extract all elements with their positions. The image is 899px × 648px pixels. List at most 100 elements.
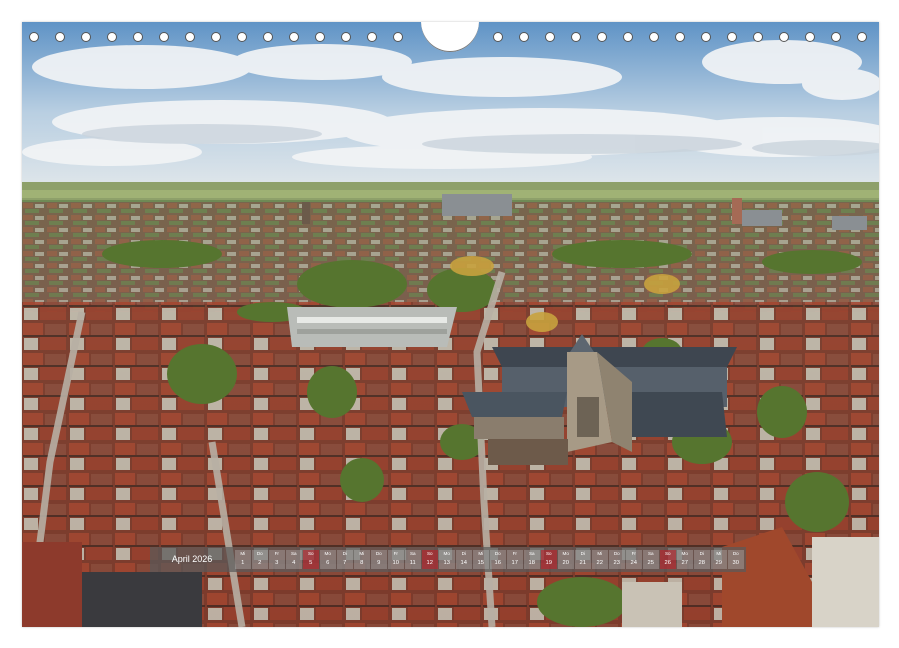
day-number: 25	[643, 558, 659, 568]
binding-ring	[493, 32, 503, 42]
day-cell: Mi15	[473, 550, 489, 569]
day-number: 19	[541, 558, 557, 568]
binding-ring	[831, 32, 841, 42]
day-of-week: Sa	[524, 550, 540, 558]
day-cell: Do2	[252, 550, 268, 569]
day-cell: Do16	[490, 550, 506, 569]
binding-ring	[519, 32, 529, 42]
day-number: 30	[728, 558, 744, 568]
day-cell: Mo13	[439, 550, 455, 569]
binding-ring	[649, 32, 659, 42]
day-of-week: Sa	[405, 550, 421, 558]
day-of-week: Di	[456, 550, 472, 558]
day-number: 28	[694, 558, 710, 568]
day-cell: So26	[660, 550, 676, 569]
day-cell: Mo6	[320, 550, 336, 569]
day-cell: Di28	[694, 550, 710, 569]
day-number: 2	[252, 558, 268, 568]
day-number: 21	[575, 558, 591, 568]
day-number: 22	[592, 558, 608, 568]
day-number: 4	[286, 558, 302, 568]
binding-ring	[597, 32, 607, 42]
binding-ring	[237, 32, 247, 42]
day-number: 6	[320, 558, 336, 568]
day-cell: So19	[541, 550, 557, 569]
binding-ring	[55, 32, 65, 42]
day-cell: Mi22	[592, 550, 608, 569]
day-of-week: Fr	[269, 550, 285, 558]
binding-ring	[805, 32, 815, 42]
binding-ring	[367, 32, 377, 42]
day-number: 29	[711, 558, 727, 568]
day-of-week: Mi	[592, 550, 608, 558]
day-of-week: Sa	[286, 550, 302, 558]
binding-ring	[185, 32, 195, 42]
day-of-week: Di	[337, 550, 353, 558]
day-of-week: Do	[252, 550, 268, 558]
day-of-week: Do	[371, 550, 387, 558]
day-cell: Do30	[728, 550, 744, 569]
day-cell: Sa4	[286, 550, 302, 569]
day-number: 10	[388, 558, 404, 568]
day-cell: Di7	[337, 550, 353, 569]
binding-ring	[727, 32, 737, 42]
binding-ring	[545, 32, 555, 42]
aerial-city-photo	[22, 22, 879, 627]
day-of-week: Fr	[507, 550, 523, 558]
photo-illustration	[22, 22, 879, 627]
day-of-week: Di	[575, 550, 591, 558]
day-cell: Di14	[456, 550, 472, 569]
day-number: 17	[507, 558, 523, 568]
day-cell: Sa18	[524, 550, 540, 569]
day-number: 24	[626, 558, 642, 568]
day-cell: So5	[303, 550, 319, 569]
day-of-week: Mo	[677, 550, 693, 558]
day-of-week: So	[422, 550, 438, 558]
day-of-week: Do	[609, 550, 625, 558]
day-of-week: Mi	[235, 550, 251, 558]
day-of-week: Do	[728, 550, 744, 558]
month-label: April 2026	[150, 547, 234, 572]
day-cell: Mo27	[677, 550, 693, 569]
binding-ring	[571, 32, 581, 42]
day-cell: Fr10	[388, 550, 404, 569]
day-number: 23	[609, 558, 625, 568]
binding-ring	[29, 32, 39, 42]
binding-ring	[81, 32, 91, 42]
day-of-week: Mo	[439, 550, 455, 558]
day-number: 16	[490, 558, 506, 568]
day-number: 7	[337, 558, 353, 568]
day-of-week: Di	[694, 550, 710, 558]
day-cell: So12	[422, 550, 438, 569]
day-number: 13	[439, 558, 455, 568]
binding-ring	[675, 32, 685, 42]
day-of-week: Mi	[711, 550, 727, 558]
day-of-week: Mo	[320, 550, 336, 558]
day-cell: Di21	[575, 550, 591, 569]
binding-ring	[107, 32, 117, 42]
day-cell: Sa11	[405, 550, 421, 569]
day-number: 27	[677, 558, 693, 568]
day-cell: Fr3	[269, 550, 285, 569]
day-of-week: Do	[490, 550, 506, 558]
binding-ring	[779, 32, 789, 42]
calendar-page: April 2026 Mi1Do2Fr3Sa4So5Mo6Di7Mi8Do9Fr…	[0, 0, 899, 648]
day-of-week: Mo	[558, 550, 574, 558]
day-number: 1	[235, 558, 251, 568]
day-cell: Mi29	[711, 550, 727, 569]
day-cell: Fr24	[626, 550, 642, 569]
day-cell: Mo20	[558, 550, 574, 569]
binding-ring	[315, 32, 325, 42]
day-number: 5	[303, 558, 319, 568]
binding-ring	[701, 32, 711, 42]
day-of-week: Sa	[643, 550, 659, 558]
day-of-week: So	[541, 550, 557, 558]
binding-ring	[623, 32, 633, 42]
binding-ring	[393, 32, 403, 42]
day-number: 15	[473, 558, 489, 568]
day-cell: Mi8	[354, 550, 370, 569]
day-number: 11	[405, 558, 421, 568]
day-number: 9	[371, 558, 387, 568]
binding-ring	[211, 32, 221, 42]
day-number: 14	[456, 558, 472, 568]
